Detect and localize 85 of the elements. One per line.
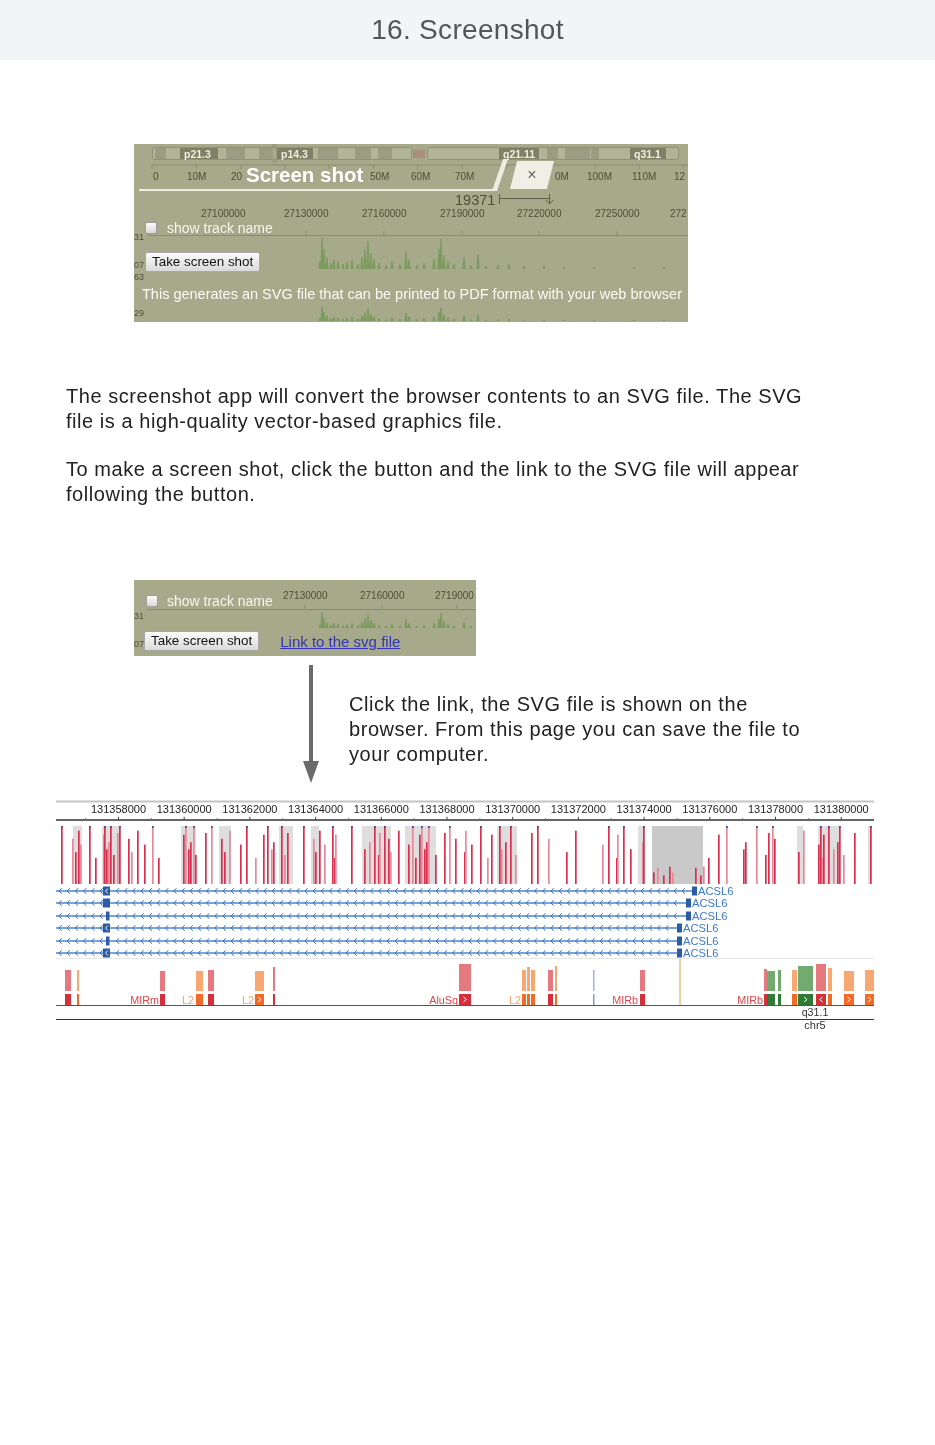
repeat-element bbox=[865, 970, 874, 1005]
dialog-note: This generates an SVG file that can be printed to PDF format with your web browser bbox=[142, 286, 682, 303]
band-label: p14.3 bbox=[281, 147, 308, 160]
coordinate-label: 2719000 bbox=[435, 590, 474, 601]
gene-label: ACSL6 bbox=[683, 935, 719, 947]
repeat-element bbox=[816, 964, 826, 1005]
ruler-label: 131376000 bbox=[682, 803, 738, 816]
repeat-element bbox=[640, 970, 645, 1005]
axis-label: 63 bbox=[134, 272, 144, 282]
repeat-label: MIRm bbox=[130, 993, 159, 1006]
ruler-label: 131360000 bbox=[156, 803, 212, 816]
svg-file-link[interactable]: Link to the svg file bbox=[280, 632, 401, 650]
scale-bar-label: 19371 bbox=[455, 191, 496, 208]
coordinate-label: 27130000 bbox=[284, 208, 329, 219]
repeat-element bbox=[196, 971, 203, 1005]
axis-label: 07 bbox=[134, 639, 144, 649]
coordinate-label: 27130000 bbox=[283, 590, 328, 601]
paragraph: To make a screen shot, click the button and the link to the SVG file will appear following the button. bbox=[66, 457, 801, 507]
ruler-label: 131374000 bbox=[616, 803, 672, 816]
scale-label: 100M bbox=[587, 171, 612, 182]
band-label: q31.1 bbox=[634, 147, 661, 160]
scale-label: 0M bbox=[555, 171, 569, 182]
scale-label: 10M bbox=[187, 171, 207, 182]
coordinate-label: 272 bbox=[670, 208, 687, 219]
scale-label: 50M bbox=[370, 171, 390, 182]
gene-label: ACSL6 bbox=[698, 885, 734, 897]
repeat-label: L2 bbox=[182, 993, 194, 1006]
scale-label: 20 bbox=[231, 171, 243, 182]
scale-label: 12 bbox=[674, 171, 686, 182]
gene-label: ACSL6 bbox=[692, 910, 728, 922]
scale-label: 60M bbox=[411, 171, 431, 182]
repeat-label: L2 bbox=[509, 993, 521, 1006]
repeat-label: MIRb bbox=[737, 993, 763, 1006]
coordinate-label: 27160000 bbox=[360, 590, 405, 601]
gene-label: ACSL6 bbox=[683, 922, 719, 934]
coordinate-label: 27220000 bbox=[517, 208, 562, 219]
dialog-title: Screen shot bbox=[246, 163, 364, 187]
axis-label: 31 bbox=[134, 232, 144, 242]
coordinate-label: 27160000 bbox=[362, 208, 407, 219]
caption: Click the link, the SVG file is shown on the browser. From this page you can save the file to your computer. bbox=[349, 692, 802, 767]
coordinate-label: 27250000 bbox=[595, 208, 640, 219]
chromosome-label: chr5 bbox=[804, 1019, 826, 1031]
repeat-element bbox=[459, 964, 471, 1005]
checkbox[interactable] bbox=[145, 222, 157, 234]
ruler-label: 131358000 bbox=[90, 803, 147, 816]
scale-label: 70M bbox=[455, 171, 475, 182]
repeat-element bbox=[548, 970, 553, 1005]
paragraph: The screenshot app will convert the browser contents to an SVG file. The SVG file is a high-quality vector-based graphics file. bbox=[66, 384, 804, 434]
checkbox[interactable] bbox=[146, 595, 158, 607]
close-button[interactable]: × bbox=[510, 161, 554, 189]
coordinate-label: 27190000 bbox=[440, 208, 485, 219]
scale-bar bbox=[499, 193, 554, 205]
scale-label: 0 bbox=[153, 171, 159, 182]
ruler-label: 131366000 bbox=[353, 803, 409, 816]
marker-line bbox=[679, 958, 681, 1006]
ruler-label: 131380000 bbox=[813, 803, 869, 816]
repeat-element bbox=[255, 971, 264, 1005]
ruler-label: 131364000 bbox=[288, 803, 344, 816]
gene-label: ACSL6 bbox=[683, 947, 719, 959]
repeat-element bbox=[208, 970, 214, 1005]
axis-label: 29 bbox=[134, 308, 144, 318]
repeat-label: MIRb bbox=[612, 993, 638, 1006]
band-label: q21.11 bbox=[503, 147, 536, 160]
repeat-label: L2 bbox=[242, 993, 254, 1006]
ruler-label: 131372000 bbox=[550, 803, 606, 816]
repeat-element bbox=[65, 970, 71, 1005]
ruler-label: 131370000 bbox=[485, 803, 541, 816]
ruler-label: 131378000 bbox=[747, 803, 804, 816]
take-screenshot-button[interactable]: Take screen shot bbox=[144, 631, 260, 651]
repeat-element bbox=[160, 971, 165, 1005]
repeat-element bbox=[778, 970, 781, 1005]
repeat-label: AluSq bbox=[429, 993, 458, 1006]
axis-label: 31 bbox=[134, 611, 144, 621]
band-label: q31.1 bbox=[801, 1005, 829, 1018]
band-label: p21.3 bbox=[184, 147, 211, 160]
gene-label: ACSL6 bbox=[692, 897, 728, 909]
ruler-label: 131368000 bbox=[419, 803, 475, 816]
repeat-element bbox=[844, 971, 854, 1005]
take-screenshot-button[interactable]: Take screen shot bbox=[145, 252, 261, 272]
page-title: 16. Screenshot bbox=[371, 14, 564, 46]
coordinate-label: 27100000 bbox=[201, 208, 246, 219]
ruler-label: 131362000 bbox=[222, 803, 278, 816]
repeat-element bbox=[828, 968, 832, 1005]
scale-label: 110M bbox=[632, 171, 657, 182]
axis-label: 07 bbox=[134, 260, 144, 270]
